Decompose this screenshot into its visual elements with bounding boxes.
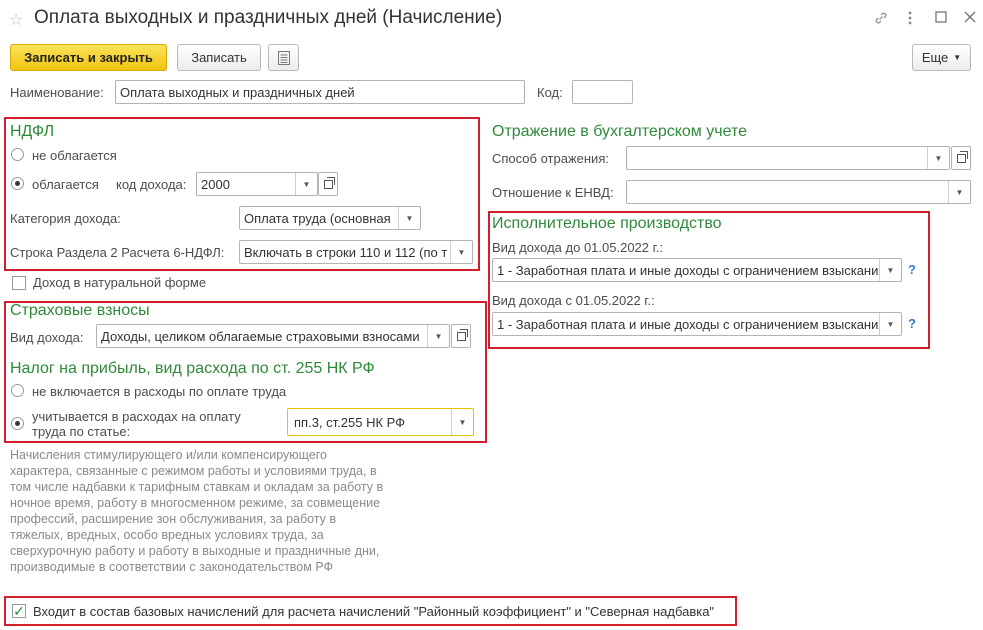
chevron-down-icon: ▼ xyxy=(948,181,970,203)
description-line: сверхурочную работу и работу в выходные … xyxy=(10,544,380,558)
description-line: тяжелых, вредных, особо вредных условиях… xyxy=(10,528,324,542)
description-line: Начисления стимулирующего и/или компенси… xyxy=(10,448,327,462)
window-title: Оплата выходных и праздничных дней (Начи… xyxy=(34,7,503,28)
open-icon xyxy=(323,176,335,189)
document-list-icon xyxy=(277,50,290,65)
income-category-value: Оплата труда (основная xyxy=(244,210,391,226)
profit-tax-title: Налог на прибыль, вид расхода по ст. 255… xyxy=(10,360,375,377)
more-menu-button[interactable]: Еще ▼ xyxy=(912,44,971,71)
save-and-close-button[interactable]: Записать и закрыть xyxy=(10,44,167,71)
profit-included-line2: труда по статье: xyxy=(32,424,131,439)
expense-description: Начисления стимулирующего и/или компенси… xyxy=(10,447,383,575)
insurance-income-open-button[interactable] xyxy=(451,324,471,348)
description-line: том числе надбавки к тарифным ставкам и … xyxy=(10,480,384,494)
accounting-title: Отражение в бухгалтерском учете xyxy=(492,123,747,140)
description-line: ночное время, работу в многосменном режи… xyxy=(10,496,381,510)
profit-not-included-label: не включается в расходы по оплате труда xyxy=(32,384,287,399)
enforcement-title: Исполнительное производство xyxy=(492,215,722,232)
envd-label: Отношение к ЕНВД: xyxy=(492,185,614,200)
chevron-down-icon: ▼ xyxy=(451,409,473,435)
ndfl-taxed-radio[interactable] xyxy=(11,177,24,190)
chevron-down-icon: ▼ xyxy=(927,147,949,169)
expense-article-value: пп.3, ст.255 НК РФ xyxy=(294,414,406,430)
expense-article-select[interactable]: пп.3, ст.255 НК РФ ▼ xyxy=(287,408,474,436)
code-label: Код: xyxy=(537,85,563,100)
accounting-method-label: Способ отражения: xyxy=(492,151,609,166)
chevron-down-icon: ▼ xyxy=(398,207,420,229)
enforcement-after-label: Вид дохода с 01.05.2022 г.: xyxy=(492,293,655,308)
checkmark-icon: ✓ xyxy=(13,603,25,619)
description-line: профессий, расширение зон обслуживания, … xyxy=(10,512,337,526)
enforcement-after-value: 1 - Заработная плата и иные доходы с огр… xyxy=(497,316,879,332)
insurance-income-type-select[interactable]: Доходы, целиком облагаемые страховыми вз… xyxy=(96,324,450,348)
save-button[interactable]: Записать xyxy=(177,44,261,71)
insurance-income-type-label: Вид дохода: xyxy=(10,330,84,345)
report-button[interactable] xyxy=(268,44,299,71)
description-line: производимые в соответствии с законодате… xyxy=(10,560,334,574)
open-icon xyxy=(956,150,968,163)
accounting-method-select[interactable]: ▼ xyxy=(626,146,950,170)
income-code-value: 2000 xyxy=(201,176,230,192)
name-label: Наименование: xyxy=(10,85,104,100)
ndfl-not-taxed-label: не облагается xyxy=(32,148,117,163)
enforcement-after-select[interactable]: 1 - Заработная плата и иные доходы с огр… xyxy=(492,312,902,336)
insurance-income-type-value: Доходы, целиком облагаемые страховыми вз… xyxy=(101,328,420,344)
section2-row-value: Включать в строки 110 и 112 (по т xyxy=(244,244,448,260)
base-accruals-checkbox[interactable]: ✓ xyxy=(12,604,26,618)
enforcement-before-select[interactable]: 1 - Заработная плата и иные доходы с огр… xyxy=(492,258,902,282)
profit-not-included-radio[interactable] xyxy=(11,384,24,397)
income-category-select[interactable]: Оплата труда (основная ▼ xyxy=(239,206,421,230)
help-icon[interactable]: ? xyxy=(908,262,916,277)
ndfl-not-taxed-radio[interactable] xyxy=(11,148,24,161)
ndfl-title: НДФЛ xyxy=(10,123,55,140)
profit-included-line1: учитывается в расходах на оплату xyxy=(32,409,241,424)
name-input[interactable]: Оплата выходных и праздничных дней xyxy=(115,80,525,104)
income-code-open-button[interactable] xyxy=(318,172,338,196)
link-icon[interactable] xyxy=(873,10,889,26)
close-icon[interactable] xyxy=(964,11,976,23)
code-input[interactable] xyxy=(572,80,633,104)
chevron-down-icon: ▼ xyxy=(427,325,449,347)
natural-form-label: Доход в натуральной форме xyxy=(33,275,207,290)
open-icon xyxy=(456,328,468,341)
base-accruals-label: Входит в состав базовых начислений для р… xyxy=(33,604,715,619)
maximize-icon[interactable] xyxy=(935,11,947,23)
profit-included-radio[interactable] xyxy=(11,417,24,430)
income-code-select[interactable]: 2000 ▼ xyxy=(196,172,318,196)
enforcement-before-label: Вид дохода до 01.05.2022 г.: xyxy=(492,240,664,255)
more-menu-label: Еще xyxy=(921,50,949,65)
chevron-down-icon: ▼ xyxy=(450,241,472,263)
section2-row-select[interactable]: Включать в строки 110 и 112 (по т ▼ xyxy=(239,240,473,264)
chevron-down-icon: ▼ xyxy=(295,173,317,195)
chevron-down-icon: ▼ xyxy=(953,53,962,62)
star-icon[interactable]: ☆ xyxy=(9,10,23,30)
income-code-label: код дохода: xyxy=(116,177,187,192)
ndfl-taxed-label: облагается xyxy=(32,177,99,192)
enforcement-before-value: 1 - Заработная плата и иные доходы с огр… xyxy=(497,262,879,278)
insurance-title: Страховые взносы xyxy=(10,302,150,319)
accounting-method-open-button[interactable] xyxy=(951,146,971,170)
help-icon[interactable]: ? xyxy=(908,316,916,331)
more-icon[interactable] xyxy=(906,10,914,26)
income-category-label: Категория дохода: xyxy=(10,211,121,226)
chevron-down-icon: ▼ xyxy=(879,313,901,335)
chevron-down-icon: ▼ xyxy=(879,259,901,281)
name-input-value: Оплата выходных и праздничных дней xyxy=(120,84,355,100)
natural-form-checkbox[interactable] xyxy=(12,276,26,290)
section2-row-label: Строка Раздела 2 Расчета 6-НДФЛ: xyxy=(10,245,225,260)
envd-select[interactable]: ▼ xyxy=(626,180,971,204)
description-line: характера, связанные с режимом работы и … xyxy=(10,464,377,478)
profit-included-label: учитывается в расходах на оплату труда п… xyxy=(32,409,241,439)
